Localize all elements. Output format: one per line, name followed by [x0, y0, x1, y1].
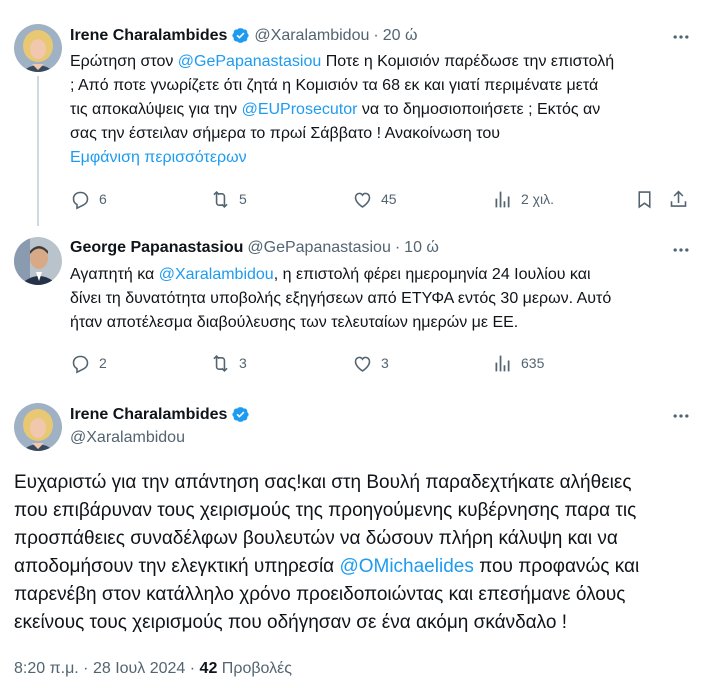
tweet-time[interactable]: 10 ώ	[404, 239, 439, 257]
text-segment: προσπάθειες συναδέλφων βουλευτών να δώσο…	[14, 528, 618, 549]
text-segment: σας την έστειλαν σήμερα το πρωί Σάββατο …	[70, 125, 500, 142]
show-more-link[interactable]: Εμφάνιση περισσότερων	[70, 146, 247, 170]
text-segment: που προφανώς και	[473, 556, 640, 577]
text-line: αποδομήσουν την ελεγκτική υπηρεσία @OMic…	[14, 553, 639, 581]
text-line: τις αποκαλύψεις για την @EUProsecutor να…	[70, 98, 614, 122]
author-name[interactable]: Irene Charalambides	[70, 27, 227, 45]
text-segment: Αγαπητή κα	[70, 266, 159, 283]
reply-button[interactable]: 2	[70, 351, 107, 375]
mention-link[interactable]: @OMichaelides	[339, 556, 473, 577]
text-segment: ήταν αποτέλεσμα διαβούλευσης των τελευτα…	[70, 314, 519, 331]
mention-link[interactable]: @EUProsecutor	[242, 101, 358, 118]
avatar-irene[interactable]	[14, 403, 62, 451]
text-line: δίνει τη δυνατότητα υποβολής εξηγήσεων α…	[70, 287, 611, 311]
author-name[interactable]: George Papanastasiou	[70, 239, 243, 257]
like-count: 45	[381, 191, 397, 207]
more-icon[interactable]	[670, 26, 692, 48]
separator-dot: ·	[373, 26, 379, 44]
repost-button[interactable]: 5	[210, 187, 247, 211]
like-icon	[354, 192, 371, 208]
text-line: Ερώτηση στον @GePapanastasiou Ποτε η Κομ…	[70, 50, 614, 74]
tweet-header: Irene Charalambides @Xaralambidou · 20 ώ	[70, 26, 417, 45]
text-segment: να το δημοσιοποιήσετε ; Εκτός αν	[357, 101, 601, 118]
tweet-time[interactable]: 20 ώ	[383, 27, 418, 45]
main-tweet: Irene Charalambides @Xaralambidou Ευχαρι…	[0, 385, 721, 688]
like-icon	[354, 356, 371, 372]
text-line: Αγαπητή κα @Xaralambidou, η επιστολή φέρ…	[70, 263, 611, 287]
repost-count: 3	[239, 355, 247, 371]
like-count: 3	[381, 355, 389, 371]
text-segment: τις αποκαλύψεις για την	[70, 101, 242, 118]
text-segment: αποδομήσουν την ελεγκτική υπηρεσία	[14, 556, 340, 577]
author-handle[interactable]: @GePapanastasiou	[247, 239, 390, 257]
verified-badge-icon	[231, 405, 250, 424]
reply-count: 6	[99, 191, 107, 207]
tweet-text: Αγαπητή κα @Xaralambidou, η επιστολή φέρ…	[70, 263, 611, 335]
views-label: Προβολές	[217, 660, 292, 677]
author-handle[interactable]: @Xaralambidou	[254, 27, 369, 45]
views-number: 42	[199, 660, 218, 677]
reply-button[interactable]: 6	[70, 187, 107, 211]
verified-badge-icon	[231, 26, 250, 45]
mention-link[interactable]: @GePapanastasiou	[178, 53, 321, 70]
tweet-actions: 6 5 45 2 χιλ.	[70, 187, 700, 211]
views-icon	[495, 191, 510, 207]
main-tweet-text: Ευχαριστώ για την απάντηση σας!και στη Β…	[14, 469, 639, 637]
avatar-george[interactable]	[14, 237, 62, 285]
tweet-text: Ερώτηση στον @GePapanastasiou Ποτε η Κομ…	[70, 50, 614, 146]
reply-icon	[72, 191, 89, 210]
tweet-1[interactable]: Irene Charalambides @Xaralambidou · 20 ώ…	[0, 0, 721, 226]
text-segment: εκείνους τους χειρισμούς που οδήγησαν σε…	[14, 612, 567, 633]
like-button[interactable]: 3	[352, 351, 389, 375]
thread-connector-line	[37, 76, 39, 226]
text-line: ήταν αποτέλεσμα διαβούλευσης των τελευτα…	[70, 311, 611, 335]
separator-dot: ·	[394, 239, 401, 256]
views-count: 635	[521, 355, 545, 371]
text-line: ; Από ποτε γνωρίζετε ότι ζητά η Κομισιόν…	[70, 74, 614, 98]
text-segment: Ερώτηση στον	[70, 53, 178, 70]
tweet-2[interactable]: George Papanastasiou @GePapanastasiou · …	[0, 225, 721, 385]
like-button[interactable]: 45	[352, 187, 397, 211]
avatar-irene[interactable]	[14, 24, 62, 72]
text-line: παρενέβη στον κατάλληλο χρόνο προειδοποι…	[14, 581, 639, 609]
repost-icon	[213, 354, 228, 372]
more-icon[interactable]	[670, 239, 692, 261]
reply-icon	[72, 355, 89, 374]
text-segment: Ποτε η Κομισιόν παρέδωσε την επιστολή	[321, 53, 615, 70]
text-line: προσπάθειες συναδέλφων βουλευτών να δώσο…	[14, 525, 639, 553]
bookmark-icon	[638, 190, 651, 208]
views-button[interactable]: 2 χιλ.	[492, 187, 554, 211]
tweet-actions: 2 3 3 635	[70, 351, 700, 375]
tweet-timestamp[interactable]: 8:20 π.μ. · 28 Ιουλ 2024 ·	[14, 660, 200, 677]
views-icon	[495, 355, 510, 371]
share-icon	[670, 190, 687, 207]
tweet-meta: 8:20 π.μ. · 28 Ιουλ 2024 · 42 Προβολές	[14, 660, 292, 678]
reply-count: 2	[99, 355, 107, 371]
more-icon[interactable]	[670, 405, 692, 427]
repost-button[interactable]: 3	[210, 351, 247, 375]
views-count: 2 χιλ.	[521, 191, 555, 207]
main-author-handle-row: @Xaralambidou	[70, 429, 185, 447]
tweet-header: George Papanastasiou @GePapanastasiou · …	[70, 239, 439, 257]
text-line: σας την έστειλαν σήμερα το πρωί Σάββατο …	[70, 122, 614, 146]
author-handle[interactable]: @Xaralambidou	[70, 429, 185, 447]
text-segment: , η επιστολή φέρει ημερομηνία 24 Ιουλίου…	[273, 266, 591, 283]
text-line: Ευχαριστώ για την απάντηση σας!και στη Β…	[14, 469, 639, 497]
mention-link[interactable]: @Xaralambidou	[159, 266, 274, 283]
text-segment: δίνει τη δυνατότητα υποβολής εξηγήσεων α…	[70, 290, 612, 307]
text-line: που επιβάρυναν τους χειρισμούς της προηγ…	[14, 497, 639, 525]
views-button[interactable]: 635	[492, 351, 544, 375]
repost-count: 5	[239, 191, 247, 207]
share-button[interactable]	[668, 187, 689, 211]
main-author-name-row: Irene Charalambides	[70, 405, 250, 424]
text-segment: ; Από ποτε γνωρίζετε ότι ζητά η Κομισιόν…	[70, 77, 599, 94]
author-name[interactable]: Irene Charalambides	[70, 406, 227, 424]
text-segment: που επιβάρυναν τους χειρισμούς της προηγ…	[14, 500, 637, 521]
text-segment: παρενέβη στον κατάλληλο χρόνο προειδοποι…	[14, 584, 626, 605]
repost-icon	[213, 190, 228, 208]
text-line: εκείνους τους χειρισμούς που οδήγησαν σε…	[14, 609, 639, 637]
bookmark-button[interactable]	[634, 187, 655, 211]
text-segment: Ευχαριστώ για την απάντηση σας!και στη Β…	[14, 472, 632, 493]
